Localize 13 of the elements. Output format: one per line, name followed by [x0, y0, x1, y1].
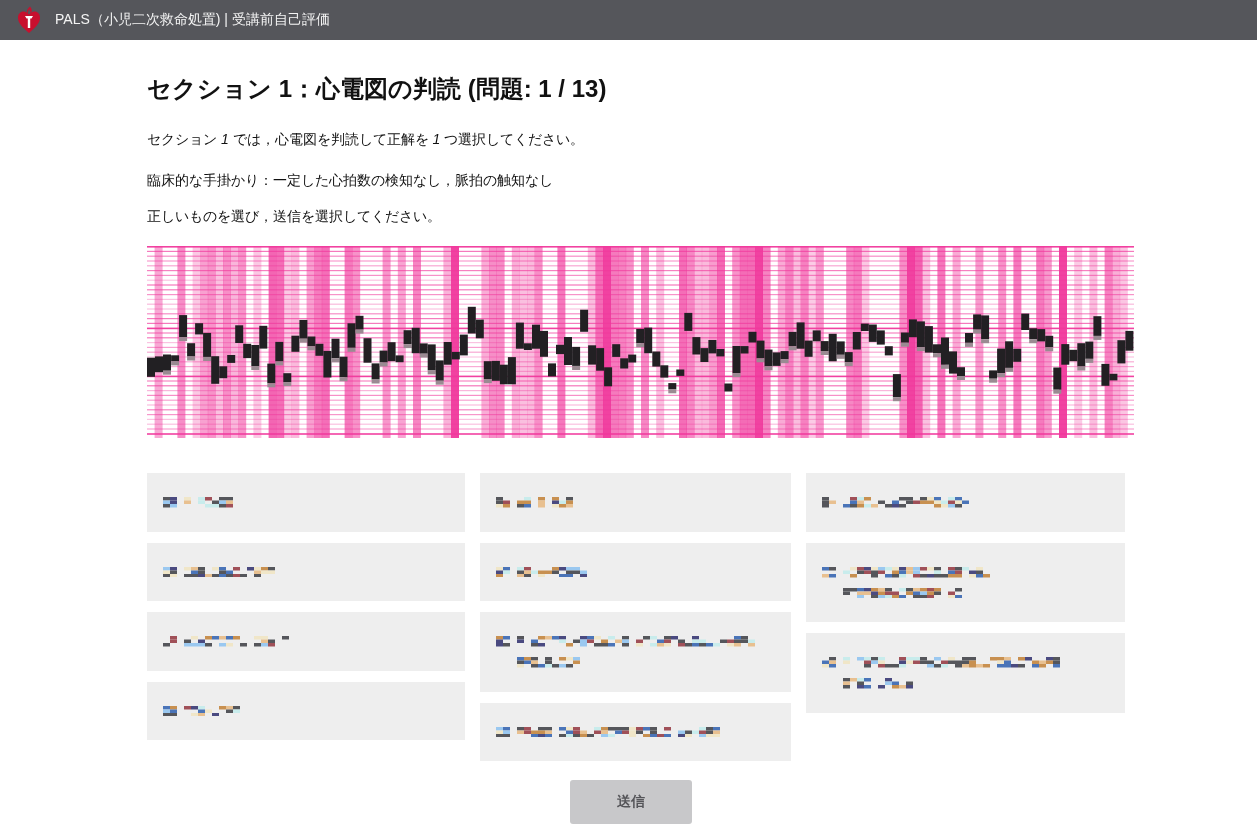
pixelated-text-drawing — [163, 497, 233, 508]
instruction-text: 正しいものを選び，送信を選択してください。 — [147, 207, 442, 226]
answer-option[interactable] — [147, 542, 465, 601]
answer-option[interactable] — [806, 542, 1125, 622]
answer-option[interactable] — [806, 473, 1125, 532]
instruction-text: セクション 1 では，心電図を判読して正解を 1 つ選択してください。 — [147, 130, 586, 149]
answer-option[interactable] — [480, 702, 791, 761]
app-title: PALS（小児二次救命処置) | 受講前自己評価 — [55, 11, 330, 29]
section-heading: セクション 1：心電図の判読 (問題: 1 / 13) — [147, 74, 607, 104]
answer-option[interactable] — [806, 633, 1125, 713]
heart-torch-icon — [17, 6, 41, 34]
instruction-text: 臨床的な手掛かり：一定した心拍数の検知なし，脈拍の触知なし — [147, 171, 554, 190]
answer-option[interactable] — [480, 612, 791, 692]
